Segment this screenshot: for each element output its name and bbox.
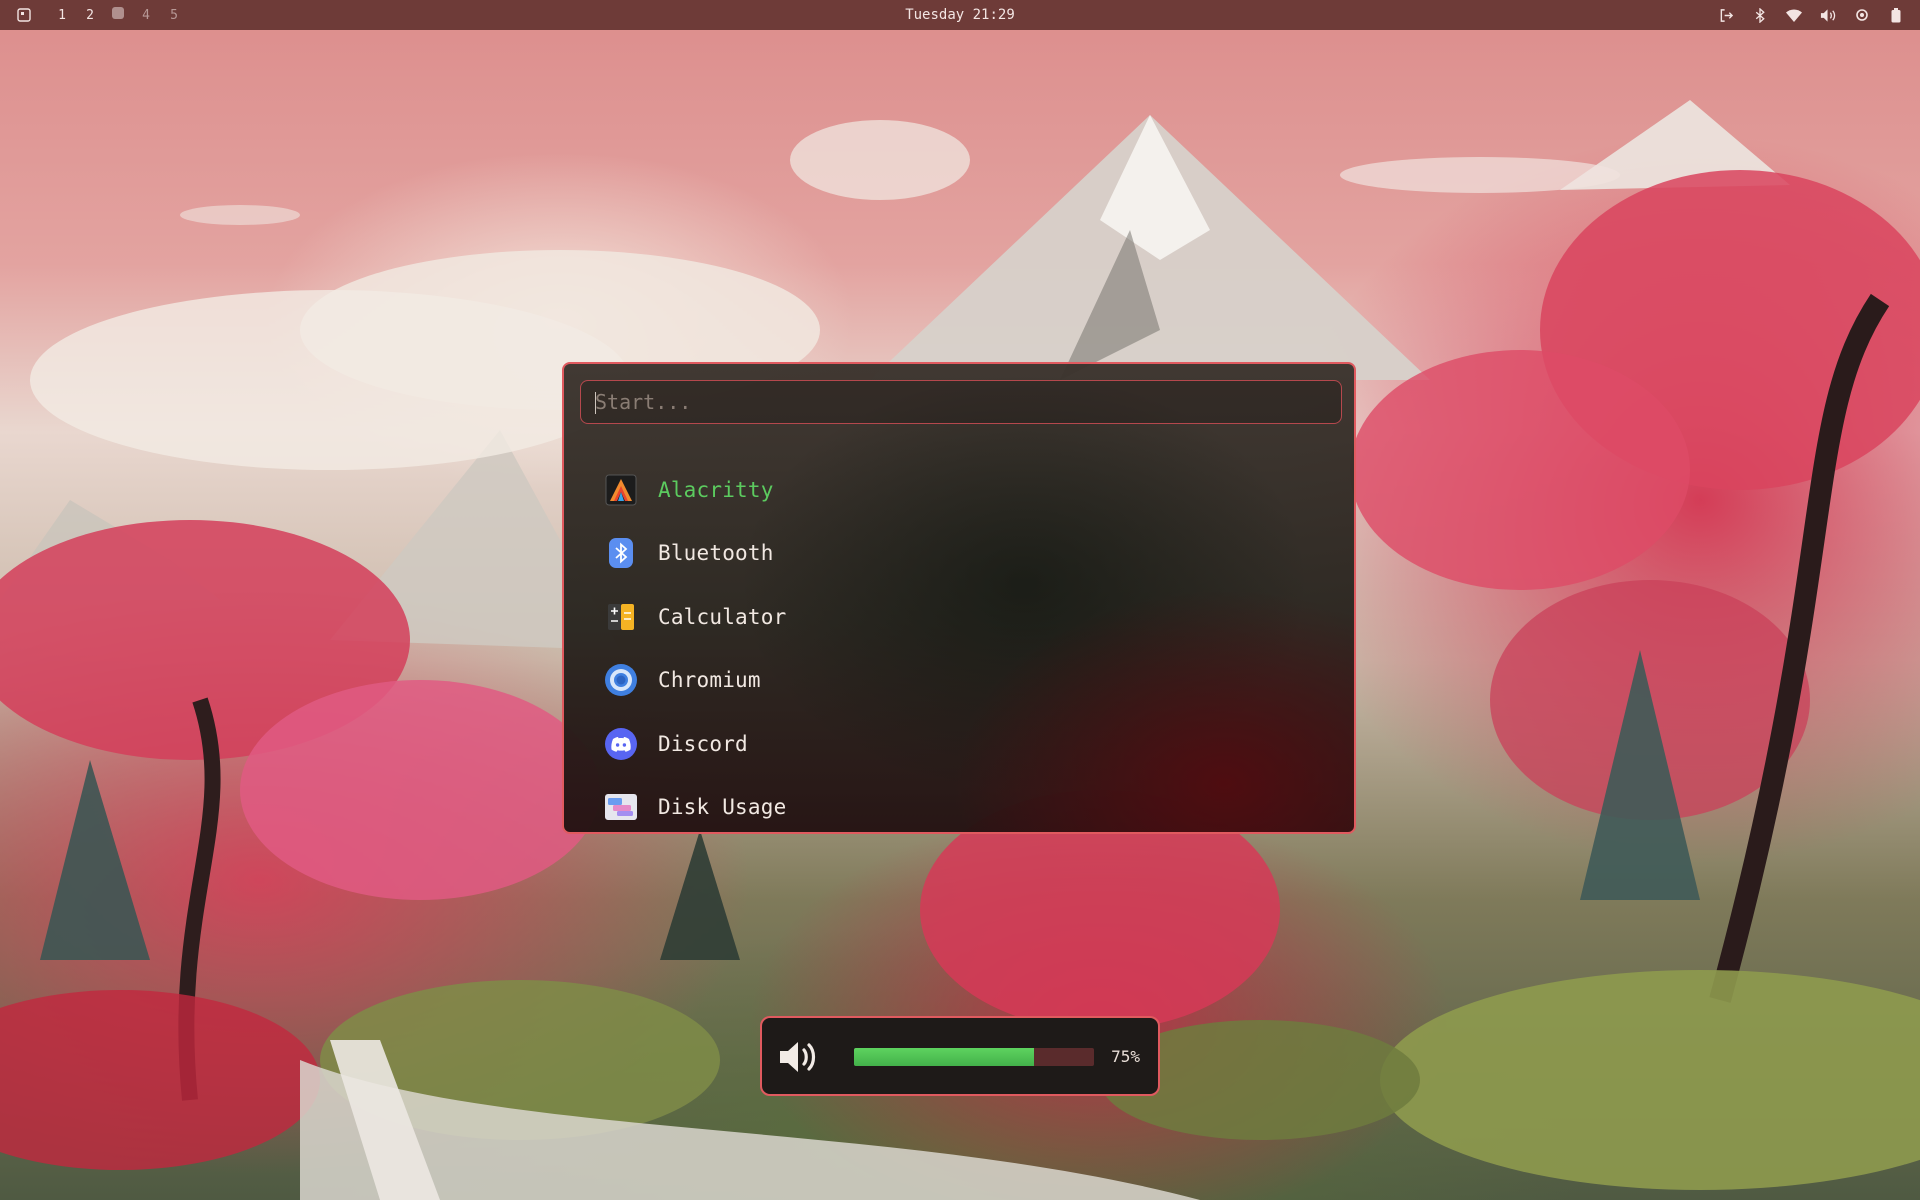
clock[interactable]: Tuesday 21:29 [0,0,1920,30]
app-launcher: Alacritty Bluetooth Calculator Chromium [562,362,1356,834]
app-result-chromium[interactable]: Chromium [604,649,1324,713]
bluetooth-app-icon [604,536,638,570]
bluetooth-icon[interactable] [1752,7,1768,23]
volume-icon[interactable] [1820,7,1836,23]
volume-percentage: 75% [1111,1046,1140,1066]
volume-bar-fill [854,1048,1034,1066]
logout-icon[interactable] [1718,7,1734,23]
volume-bar[interactable] [854,1048,1094,1066]
wifi-icon[interactable] [1786,7,1802,23]
discord-icon [604,727,638,761]
alacritty-icon [604,473,638,507]
app-result-label: Calculator [658,604,787,629]
app-result-label: Disk Usage [658,795,787,820]
settings-icon[interactable] [1854,7,1870,23]
disk-usage-icon [604,790,638,824]
app-result-label: Discord [658,731,748,756]
app-result-alacritty[interactable]: Alacritty [604,458,1324,522]
chromium-icon [604,663,638,697]
app-result-label: Alacritty [658,477,774,502]
app-result-calculator[interactable]: Calculator [604,585,1324,649]
app-results-list: Alacritty Bluetooth Calculator Chromium [604,458,1324,833]
battery-icon[interactable] [1888,7,1904,23]
top-bar: 1 2 4 5 Tuesday 21:29 [0,0,1920,30]
search-input[interactable] [581,381,1341,423]
volume-osd: 75% [760,1016,1160,1096]
app-result-disk-usage[interactable]: Disk Usage [604,776,1324,833]
text-cursor [595,392,596,414]
app-result-bluetooth[interactable]: Bluetooth [604,522,1324,586]
calculator-icon [604,600,638,634]
speaker-icon [778,1038,822,1076]
app-result-discord[interactable]: Discord [604,712,1324,776]
app-result-label: Bluetooth [658,541,774,566]
search-box[interactable] [580,380,1342,424]
system-tray [1718,0,1904,30]
app-result-label: Chromium [658,668,761,693]
